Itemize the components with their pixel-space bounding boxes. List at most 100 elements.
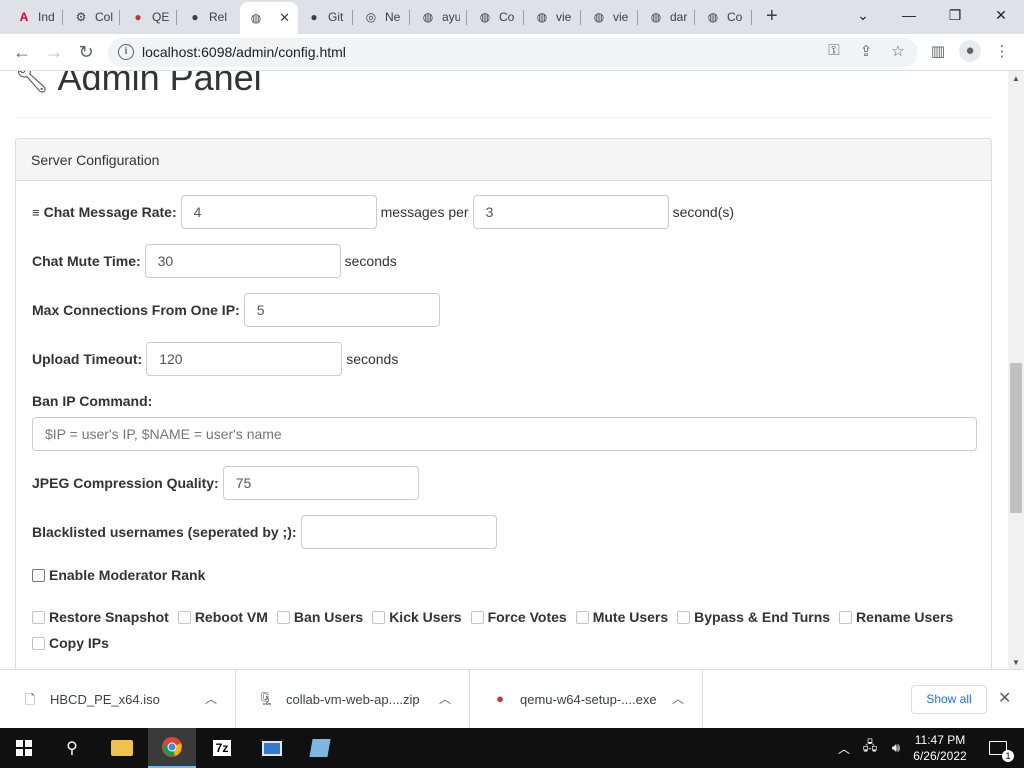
- show-all-button[interactable]: Show all: [911, 685, 987, 714]
- app-window-icon[interactable]: [248, 728, 296, 768]
- perm-kick-users[interactable]: Kick Users: [372, 609, 462, 625]
- scroll-up-arrow-icon[interactable]: ▲: [1012, 74, 1020, 83]
- max-connections-input[interactable]: [243, 293, 440, 327]
- perm-bypass-end-turns[interactable]: Bypass & End Turns: [677, 609, 830, 625]
- perm-ban-users[interactable]: Ban Users: [276, 609, 363, 625]
- perm-rename-users[interactable]: Rename Users: [839, 609, 953, 625]
- globe-icon: ◍: [479, 10, 491, 24]
- browser-tab[interactable]: ◍ vie: [583, 3, 638, 31]
- perm-reboot-vm[interactable]: Reboot VM: [177, 609, 268, 625]
- scroll-down-arrow-icon[interactable]: ▼: [1012, 658, 1020, 667]
- max-connections-row: Max Connections From One IP:: [32, 293, 440, 327]
- key-icon[interactable]: ⚿: [824, 42, 844, 59]
- page-viewport: 🔧︎ Admin Panel Server Configuration ≡ Ch…: [0, 71, 1008, 669]
- 7zip-icon[interactable]: 7z: [198, 728, 246, 768]
- reload-icon[interactable]: ↻: [74, 41, 98, 65]
- chevron-up-icon[interactable]: ︿: [439, 690, 451, 707]
- browser-tab[interactable]: ◍ ayu: [412, 3, 467, 31]
- git-icon: ⚙: [75, 10, 87, 24]
- network-icon[interactable]: 🖧︎: [858, 728, 882, 768]
- menu-kebab-icon[interactable]: ⋮: [992, 42, 1012, 60]
- chevron-up-icon[interactable]: ︿: [672, 690, 684, 707]
- search-icon[interactable]: ⚲: [48, 728, 96, 768]
- chat-rate-messages-input[interactable]: [180, 195, 377, 229]
- perm-checkbox[interactable]: [677, 610, 691, 624]
- download-item[interactable]: ● qemu-w64-setup-....exe ︿: [470, 670, 703, 729]
- perm-checkbox[interactable]: [32, 610, 45, 624]
- scrollbar-thumb[interactable]: [1010, 363, 1022, 513]
- enable-moderator-checkbox[interactable]: [32, 568, 45, 582]
- browser-tab[interactable]: ◍ Co: [697, 3, 752, 31]
- globe-icon: ◍: [422, 10, 434, 24]
- browser-tab[interactable]: ◍ Co: [469, 3, 524, 31]
- blacklist-row: Blacklisted usernames (seperated by ;):: [32, 515, 497, 549]
- mute-time-row: Chat Mute Time: seconds: [32, 244, 401, 278]
- browser-tab[interactable]: ◍ dar: [640, 3, 695, 31]
- mute-time-input[interactable]: [144, 244, 341, 278]
- info-icon[interactable]: i: [118, 44, 134, 60]
- download-item[interactable]: 🗋︎ HBCD_PE_x64.iso ︿: [0, 670, 236, 729]
- chrome-taskbar-icon[interactable]: [148, 728, 196, 768]
- perm-restore-snapshot[interactable]: Restore Snapshot: [32, 609, 169, 625]
- back-arrow-icon[interactable]: ←: [10, 41, 34, 65]
- browser-tab[interactable]: ◍ vie: [526, 3, 581, 31]
- tab-search-chevron-icon[interactable]: ⌄: [840, 4, 886, 26]
- download-item[interactable]: 🗜︎ collab-vm-web-ap....zip ︿: [236, 670, 470, 729]
- system-clock[interactable]: 11:47 PM 6/26/2022: [910, 732, 970, 764]
- download-shelf: 🗋︎ HBCD_PE_x64.iso ︿ 🗜︎ collab-vm-web-ap…: [0, 669, 1024, 729]
- perm-force-votes[interactable]: Force Votes: [470, 609, 567, 625]
- perm-checkbox[interactable]: [372, 610, 386, 624]
- browser-tab[interactable]: A Ind: [8, 3, 63, 31]
- browser-tab[interactable]: ● QE: [122, 3, 177, 31]
- new-tab-button[interactable]: +: [766, 5, 778, 27]
- windows-taskbar: ⚲ 7z ︿ 🖧︎ 🔊︎ 11:47 PM 6/26/2022 1: [0, 728, 1024, 768]
- wrench-icon: 🔧︎: [14, 71, 50, 94]
- perm-copy-ips[interactable]: Copy IPs: [32, 635, 109, 651]
- close-shelf-icon[interactable]: ✕: [998, 688, 1011, 708]
- blacklist-input[interactable]: [300, 515, 497, 549]
- upload-timeout-row: Upload Timeout: seconds: [32, 342, 402, 376]
- browser-tab[interactable]: ● Rel: [179, 3, 234, 31]
- share-icon[interactable]: ⇪: [856, 42, 876, 60]
- restore-button[interactable]: ❐: [932, 4, 978, 26]
- perm-checkbox[interactable]: [177, 610, 191, 624]
- ban-ip-command-input[interactable]: [32, 417, 977, 451]
- url-text: localhost:6098/admin/config.html: [142, 44, 346, 60]
- browser-tab[interactable]: ◎ Ne: [355, 3, 410, 31]
- perm-checkbox[interactable]: [32, 636, 45, 650]
- star-icon[interactable]: ☆: [888, 42, 908, 60]
- chat-rate-seconds-input[interactable]: [472, 195, 669, 229]
- align-left-icon: ≡: [32, 204, 40, 220]
- chevron-up-icon[interactable]: ︿: [205, 690, 217, 707]
- clock-time: 11:47 PM: [914, 733, 966, 747]
- perm-mute-users[interactable]: Mute Users: [575, 609, 668, 625]
- perm-checkbox[interactable]: [276, 610, 290, 624]
- close-window-button[interactable]: ✕: [978, 4, 1024, 26]
- forward-arrow-icon[interactable]: →: [42, 41, 66, 65]
- perm-checkbox[interactable]: [839, 610, 853, 624]
- jpeg-quality-input[interactable]: [222, 466, 419, 500]
- volume-icon[interactable]: 🔊︎: [884, 728, 908, 768]
- notepad-icon[interactable]: [296, 728, 344, 768]
- tray-chevron-up-icon[interactable]: ︿: [832, 728, 856, 768]
- minimize-button[interactable]: —: [886, 4, 932, 26]
- close-tab-icon[interactable]: ✕: [279, 10, 290, 26]
- github-icon: ●: [191, 10, 199, 24]
- file-explorer-icon[interactable]: [98, 728, 146, 768]
- perm-checkbox[interactable]: [470, 610, 484, 624]
- browser-tab[interactable]: ⚙ Col: [65, 3, 120, 31]
- upload-timeout-label: Upload Timeout:: [32, 351, 143, 367]
- profile-avatar-icon[interactable]: ●: [959, 40, 981, 62]
- vertical-scrollbar[interactable]: ▲ ▼: [1008, 71, 1024, 669]
- windows-start-icon[interactable]: [0, 728, 48, 768]
- browser-tab[interactable]: ● Git: [298, 3, 353, 31]
- address-bar[interactable]: i localhost:6098/admin/config.html: [108, 38, 918, 67]
- mute-time-label: Chat Mute Time:: [32, 253, 141, 269]
- enable-moderator-label[interactable]: Enable Moderator Rank: [49, 567, 205, 583]
- side-panel-icon[interactable]: ▥: [928, 42, 948, 60]
- ban-ip-label-row: Ban IP Command:: [32, 393, 156, 409]
- browser-tab-active[interactable]: ◍ ✕: [240, 2, 298, 34]
- notification-center-icon[interactable]: 1: [978, 728, 1018, 768]
- upload-timeout-input[interactable]: [146, 342, 343, 376]
- perm-checkbox[interactable]: [575, 610, 589, 624]
